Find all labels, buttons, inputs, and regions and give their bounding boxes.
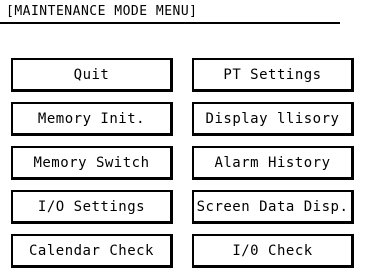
screen-data-display-button[interactable]: Screen Data Disp. — [192, 190, 354, 224]
quit-button[interactable]: Quit — [11, 58, 173, 92]
display-history-button[interactable]: Display llisory — [192, 102, 354, 136]
alarm-history-button[interactable]: Alarm History — [192, 146, 354, 180]
calendar-check-button[interactable]: Calendar Check — [11, 234, 173, 268]
io-check-button[interactable]: I/0 Check — [192, 234, 354, 268]
memory-switch-button[interactable]: Memory Switch — [11, 146, 173, 180]
title-bar: [MAINTENANCE MODE MENU] — [0, 0, 340, 24]
pt-settings-button[interactable]: PT Settings — [192, 58, 354, 92]
io-settings-button[interactable]: I/O Settings — [11, 190, 173, 224]
memory-init-button[interactable]: Memory Init. — [11, 102, 173, 136]
menu-title: [MAINTENANCE MODE MENU] — [6, 4, 198, 19]
